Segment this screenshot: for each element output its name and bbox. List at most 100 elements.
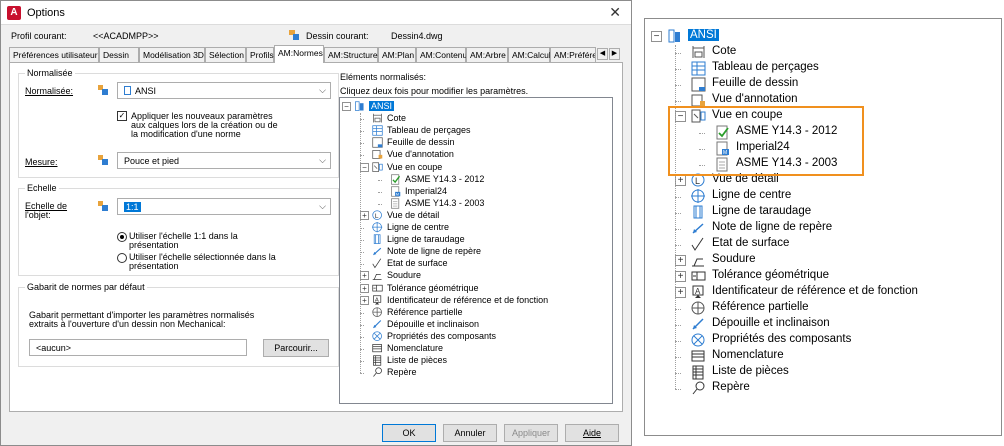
autocad-app-icon: A xyxy=(7,6,21,20)
tree-item[interactable]: Nomenclature xyxy=(645,349,1001,365)
tree-item[interactable]: + L Vue de détail xyxy=(340,210,612,222)
tab-am-plan[interactable]: AM:Plan xyxy=(378,47,416,62)
echelle-group-title: Echelle xyxy=(25,183,59,193)
tree-item[interactable]: − Vue en coupe xyxy=(340,162,612,174)
tree-root-ansi[interactable]: − ANSI xyxy=(340,101,612,113)
tree-item[interactable]: Propriétés des composants xyxy=(340,331,612,343)
apply-button[interactable]: Appliquer xyxy=(504,424,558,442)
tree-item[interactable]: Propriétés des composants xyxy=(645,333,1001,349)
tree-item[interactable]: + Soudure xyxy=(340,270,612,282)
tree-item[interactable]: Dépouille et inclinaison xyxy=(340,319,612,331)
tree-item-label: Etat de surface xyxy=(387,258,448,269)
tree-root-ansi[interactable]: − ANSI xyxy=(645,29,1001,45)
bom-icon xyxy=(691,350,705,362)
tree-item[interactable]: + A Identificateur de référence et de fonc… xyxy=(340,295,612,307)
tree-item[interactable]: Tableau de perçages xyxy=(340,125,612,137)
browse-button[interactable]: Parcourir... xyxy=(263,339,329,357)
tab-am-structure[interactable]: AM:Structure xyxy=(324,47,378,62)
tree-item[interactable]: ASME Y14.3 - 2003 xyxy=(340,198,612,210)
tree-item[interactable]: Etat de surface xyxy=(340,258,612,270)
tree-item[interactable]: Dépouille et inclinaison xyxy=(645,317,1001,333)
tree-item[interactable]: Ligne de taraudage xyxy=(340,234,612,246)
tree-item[interactable]: M Imperial24 xyxy=(340,186,612,198)
tree-item[interactable]: Ligne de taraudage xyxy=(645,205,1001,221)
tab-am-preferences[interactable]: AM:Préféren xyxy=(550,47,596,62)
tab-modelisation-3d[interactable]: Modélisation 3D xyxy=(139,47,205,62)
tree-item[interactable]: Ligne de centre xyxy=(340,222,612,234)
tree-item[interactable]: Repère xyxy=(645,381,1001,397)
taper-slope-icon xyxy=(373,319,382,328)
tree-item[interactable]: Tableau de perçages xyxy=(645,61,1001,77)
tree-item[interactable]: ASME Y14.3 - 2012 xyxy=(340,174,612,186)
expand-plus-icon[interactable]: + xyxy=(360,210,369,220)
expand-plus-icon[interactable]: + xyxy=(360,283,369,293)
dimension-icon xyxy=(692,46,705,58)
tab-scroll-left-icon[interactable]: ◀ xyxy=(597,48,608,60)
tree-item[interactable]: Nomenclature xyxy=(340,343,612,355)
taper-slope-icon xyxy=(692,318,704,330)
norm-dropdown[interactable]: ANSI ⌵ xyxy=(117,82,331,99)
expand-plus-icon[interactable]: + xyxy=(675,255,686,266)
expand-plus-icon[interactable]: + xyxy=(675,175,686,186)
tree-item[interactable]: Cote xyxy=(645,45,1001,61)
tree-connector-line xyxy=(378,179,382,181)
tab-preferences-utilisateur[interactable]: Préférences utilisateur xyxy=(9,47,99,62)
cancel-button[interactable]: Annuler xyxy=(443,424,497,442)
tree-item[interactable]: Note de ligne de repère xyxy=(645,221,1001,237)
tree-item[interactable]: + Tolérance géométrique xyxy=(340,283,612,295)
radio-unselected-icon xyxy=(117,253,127,263)
radio-echelle-selectionnee[interactable] xyxy=(117,253,127,263)
tab-am-calcul[interactable]: AM:Calcul xyxy=(508,47,551,62)
apply-layers-checkbox[interactable]: ✓ xyxy=(117,111,127,121)
tab-selection[interactable]: Sélection xyxy=(205,47,246,62)
collapse-minus-icon[interactable]: − xyxy=(360,162,369,172)
tab-am-contenu[interactable]: AM:Contenu xyxy=(416,47,467,62)
leader-note-icon xyxy=(373,247,382,256)
tree-item-label: Tableau de perçages xyxy=(387,125,471,136)
title-bar[interactable]: A Options ✕ xyxy=(1,1,631,25)
tree-item-label: Vue d'annotation xyxy=(387,149,454,160)
tab-profils[interactable]: Profils xyxy=(246,47,274,62)
mesure-dropdown[interactable]: Pouce et pied ⌵ xyxy=(117,152,331,169)
help-button[interactable]: Aide xyxy=(565,424,619,442)
svg-text:A: A xyxy=(695,287,701,296)
tree-item[interactable]: Vue d'annotation xyxy=(340,149,612,161)
tree-item[interactable]: Cote xyxy=(340,113,612,125)
tab-dessin[interactable]: Dessin xyxy=(99,47,139,62)
ok-button[interactable]: OK xyxy=(382,424,436,442)
tree-item[interactable]: Repère xyxy=(340,367,612,379)
close-icon[interactable]: ✕ xyxy=(609,4,621,21)
tree-item[interactable]: + Soudure xyxy=(645,253,1001,269)
elements-tree[interactable]: − ANSI Cote Tableau de perçages Feuille de d… xyxy=(339,97,613,404)
radio-echelle-1-1[interactable] xyxy=(117,232,127,242)
weld-icon xyxy=(692,258,704,267)
tab-scroll-right-icon[interactable]: ▶ xyxy=(609,48,620,60)
tree-item[interactable]: Référence partielle xyxy=(645,301,1001,317)
tree-item[interactable]: Note de ligne de repère xyxy=(340,246,612,258)
expand-plus-icon[interactable]: + xyxy=(360,271,369,281)
tree-item[interactable]: Référence partielle xyxy=(340,307,612,319)
tree-item-label: Cote xyxy=(387,113,407,124)
expand-plus-icon[interactable]: + xyxy=(675,287,686,298)
expand-plus-icon[interactable]: + xyxy=(675,271,686,282)
collapse-minus-icon[interactable]: − xyxy=(651,31,662,42)
tree-item[interactable]: Etat de surface xyxy=(645,237,1001,253)
tree-item[interactable]: Feuille de dessin xyxy=(340,137,612,149)
tree-item[interactable]: + Tolérance géométrique xyxy=(645,269,1001,285)
tree-item-label: ASME Y14.3 - 2003 xyxy=(405,197,485,208)
section-view-icon xyxy=(372,161,383,172)
gabarit-input[interactable]: <aucun> xyxy=(29,339,247,356)
echelle-dropdown[interactable]: 1:1 ⌵ xyxy=(117,198,331,215)
tree-item[interactable]: Liste de pièces xyxy=(340,355,612,367)
tab-am-normes[interactable]: AM:Normes xyxy=(274,45,324,63)
tree-item[interactable]: Feuille de dessin xyxy=(645,77,1001,93)
tab-am-arbre[interactable]: AM:Arbre xyxy=(466,47,508,62)
tree-item[interactable]: + A Identificateur de référence et de fonc… xyxy=(645,285,1001,301)
collapse-minus-icon[interactable]: − xyxy=(342,102,351,111)
expand-plus-icon[interactable]: + xyxy=(360,295,369,305)
scale-style-icon xyxy=(98,201,108,211)
normalisee-group-title: Normalisée xyxy=(25,68,75,78)
geometric-tolerance-icon xyxy=(372,284,383,291)
tree-item[interactable]: Liste de pièces xyxy=(645,365,1001,381)
tree-item[interactable]: Ligne de centre xyxy=(645,189,1001,205)
